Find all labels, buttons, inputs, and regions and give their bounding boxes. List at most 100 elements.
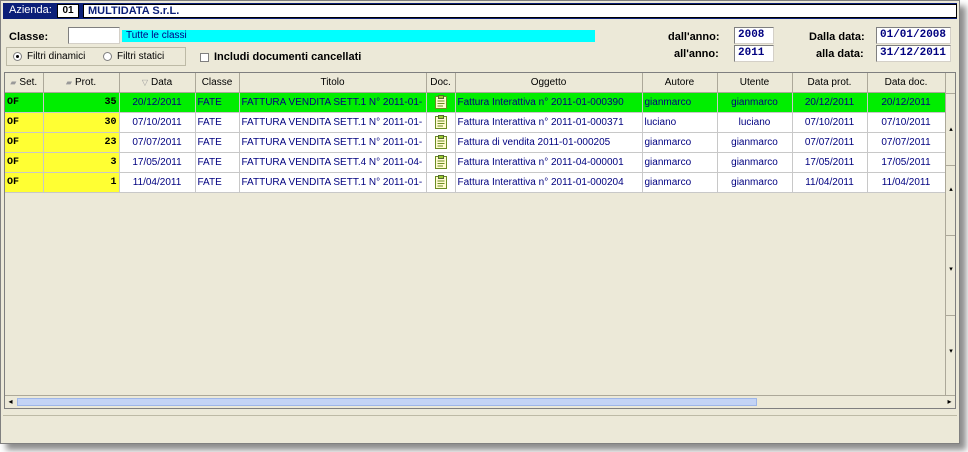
cell-autore[interactable]: gianmarco [642, 132, 718, 153]
scroll-right-icon[interactable]: ▸ [944, 396, 955, 408]
document-clipboard-icon[interactable] [434, 115, 447, 129]
dall-anno-label: dall'anno: [668, 31, 720, 43]
scroll-left-icon[interactable]: ◂ [5, 396, 16, 408]
sort-desc-icon: ▽ [141, 78, 149, 87]
all-anno-input[interactable]: 2011 [734, 45, 774, 62]
scroll-up-arrow-icon[interactable]: ▴ [947, 125, 955, 133]
cell-utente[interactable]: gianmarco [717, 172, 793, 193]
cell-doc[interactable] [426, 152, 456, 173]
cell-data[interactable]: 17/05/2011 [119, 152, 196, 173]
cell-doc[interactable] [426, 172, 456, 193]
cell-utente[interactable]: gianmarco [717, 152, 793, 173]
cell-data-doc[interactable]: 20/12/2011 [867, 92, 946, 113]
cell-oggetto[interactable]: Fattura di vendita 2011-01-000205 [455, 132, 643, 153]
cell-autore[interactable]: gianmarco [642, 152, 718, 173]
col-data[interactable]: ▽ Data [119, 73, 196, 93]
cell-prot[interactable]: 35 [43, 92, 120, 113]
scroll-mid-up-icon[interactable]: ▴ [947, 185, 955, 193]
classe-input[interactable] [68, 27, 120, 44]
cell-classe[interactable]: FATE [195, 92, 240, 113]
col-set[interactable]: ▰ Set. [5, 73, 44, 93]
table-row[interactable]: OF 30 07/10/2011 FATE FATTURA VENDITA SETT.1… [5, 112, 946, 133]
cell-prot[interactable]: 1 [43, 172, 120, 193]
scroll-mid-down-icon[interactable]: ▾ [947, 265, 955, 273]
cell-autore[interactable]: gianmarco [642, 92, 718, 113]
col-prot[interactable]: ▰ Prot. [43, 73, 120, 93]
cell-doc[interactable] [426, 92, 456, 113]
cell-set[interactable]: OF [5, 172, 44, 193]
table-row[interactable]: OF 23 07/07/2011 FATE FATTURA VENDITA SETT.1… [5, 132, 946, 153]
col-titolo[interactable]: Titolo [239, 73, 427, 93]
cell-doc[interactable] [426, 132, 456, 153]
sort-icon: ▰ [65, 78, 73, 87]
cell-data-prot[interactable]: 17/05/2011 [792, 152, 868, 173]
vertical-scrollbar[interactable]: ▴ ▴ ▾ ▾ [945, 93, 955, 398]
col-classe[interactable]: Classe [195, 73, 240, 93]
cell-set[interactable]: OF [5, 92, 44, 113]
document-clipboard-icon[interactable] [434, 155, 447, 169]
sort-icon: ▰ [10, 78, 17, 87]
table-row[interactable]: OF 1 11/04/2011 FATE FATTURA VENDITA SETT.1 … [5, 172, 946, 193]
col-utente[interactable]: Utente [717, 73, 793, 93]
radio-filtri-dinamici[interactable] [13, 52, 22, 61]
cell-set[interactable]: OF [5, 152, 44, 173]
cell-utente[interactable]: gianmarco [717, 132, 793, 153]
cell-set[interactable]: OF [5, 132, 44, 153]
col-autore[interactable]: Autore [642, 73, 718, 93]
document-clipboard-icon[interactable] [434, 135, 447, 149]
col-oggetto[interactable]: Oggetto [455, 73, 643, 93]
cell-titolo[interactable]: FATTURA VENDITA SETT.1 N° 2011-01- [239, 92, 427, 113]
alla-data-label: alla data: [816, 48, 864, 60]
cell-set[interactable]: OF [5, 112, 44, 133]
cell-prot[interactable]: 30 [43, 112, 120, 133]
cell-oggetto[interactable]: Fattura Interattiva n° 2011-01-000204 [455, 172, 643, 193]
document-clipboard-icon[interactable] [434, 95, 447, 109]
cell-titolo[interactable]: FATTURA VENDITA SETT.1 N° 2011-01- [239, 132, 427, 153]
company-bar: Azienda: 01 MULTIDATA S.r.L. [3, 3, 957, 19]
cell-data[interactable]: 20/12/2011 [119, 92, 196, 113]
document-clipboard-icon[interactable] [434, 175, 447, 189]
cell-oggetto[interactable]: Fattura Interattiva n° 2011-04-000001 [455, 152, 643, 173]
col-doc[interactable]: Doc. [426, 73, 456, 93]
cell-oggetto[interactable]: Fattura Interattiva n° 2011-01-000390 [455, 92, 643, 113]
cell-data-prot[interactable]: 07/10/2011 [792, 112, 868, 133]
alla-data-input[interactable]: 31/12/2011 [876, 45, 951, 62]
cell-utente[interactable]: gianmarco [717, 92, 793, 113]
cell-data-doc[interactable]: 07/10/2011 [867, 112, 946, 133]
cell-data-doc[interactable]: 07/07/2011 [867, 132, 946, 153]
col-data-prot[interactable]: Data prot. [792, 73, 868, 93]
horizontal-scrollbar[interactable]: ◂ ▸ [5, 395, 955, 408]
dalla-data-input[interactable]: 01/01/2008 [876, 27, 951, 44]
cell-data[interactable]: 11/04/2011 [119, 172, 196, 193]
cell-data-prot[interactable]: 11/04/2011 [792, 172, 868, 193]
cell-autore[interactable]: gianmarco [642, 172, 718, 193]
include-deleted-checkbox[interactable] [200, 53, 209, 62]
cell-autore[interactable]: luciano [642, 112, 718, 133]
azienda-code[interactable]: 01 [57, 4, 79, 18]
cell-utente[interactable]: luciano [717, 112, 793, 133]
cell-prot[interactable]: 3 [43, 152, 120, 173]
dall-anno-input[interactable]: 2008 [734, 27, 774, 44]
cell-prot[interactable]: 23 [43, 132, 120, 153]
horizontal-scroll-thumb[interactable] [17, 398, 757, 406]
table-row[interactable]: OF 35 20/12/2011 FATE FATTURA VENDITA SETT.1… [5, 92, 946, 113]
cell-data[interactable]: 07/07/2011 [119, 132, 196, 153]
scroll-down-arrow-icon[interactable]: ▾ [947, 347, 955, 355]
cell-classe[interactable]: FATE [195, 132, 240, 153]
col-data-doc[interactable]: Data doc. [867, 73, 946, 93]
cell-doc[interactable] [426, 112, 456, 133]
cell-oggetto[interactable]: Fattura Interattiva n° 2011-01-000371 [455, 112, 643, 133]
cell-data-doc[interactable]: 11/04/2011 [867, 172, 946, 193]
cell-titolo[interactable]: FATTURA VENDITA SETT.1 N° 2011-01- [239, 172, 427, 193]
cell-classe[interactable]: FATE [195, 152, 240, 173]
cell-data-doc[interactable]: 17/05/2011 [867, 152, 946, 173]
cell-titolo[interactable]: FATTURA VENDITA SETT.1 N° 2011-01- [239, 112, 427, 133]
radio-filtri-statici[interactable] [103, 52, 112, 61]
cell-data[interactable]: 07/10/2011 [119, 112, 196, 133]
cell-data-prot[interactable]: 20/12/2011 [792, 92, 868, 113]
table-row[interactable]: OF 3 17/05/2011 FATE FATTURA VENDITA SETT.4 … [5, 152, 946, 173]
cell-classe[interactable]: FATE [195, 172, 240, 193]
cell-titolo[interactable]: FATTURA VENDITA SETT.4 N° 2011-04- [239, 152, 427, 173]
cell-data-prot[interactable]: 07/07/2011 [792, 132, 868, 153]
cell-classe[interactable]: FATE [195, 112, 240, 133]
